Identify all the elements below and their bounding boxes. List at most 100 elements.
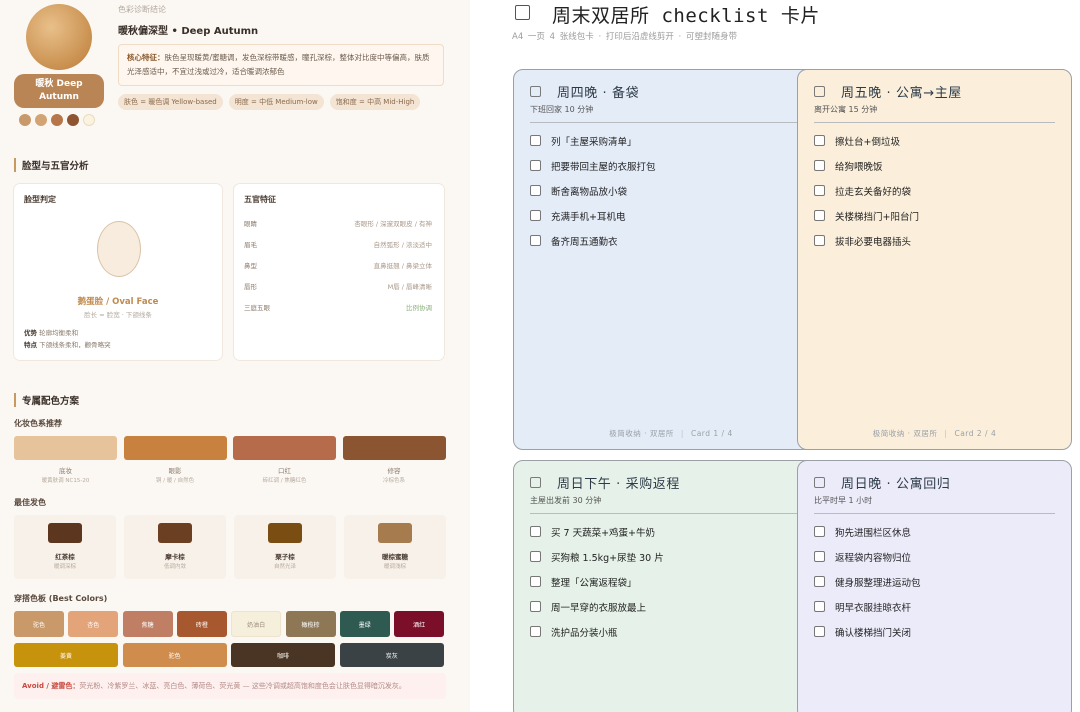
checklist-item[interactable]: 买 7 天蔬菜+鸡蛋+牛奶 (530, 519, 664, 544)
card-divider (530, 513, 812, 514)
tone-dot (83, 114, 95, 126)
item-checkbox-icon[interactable] (814, 526, 825, 537)
card-subtitle: 离开公寓 15 分钟 (814, 105, 878, 114)
checklist-item[interactable]: 周一早穿的衣服放最上 (530, 594, 664, 619)
attribute-chip: 明度 = 中低 Medium-low (228, 94, 324, 110)
item-checkbox-icon[interactable] (530, 601, 541, 612)
card-header: 周五晚 · 公寓→主屋 (814, 82, 962, 101)
item-checkbox-icon[interactable] (814, 160, 825, 171)
card-checkbox-icon[interactable] (814, 477, 825, 488)
checklist-item[interactable]: 整理「公寓返程袋」 (530, 569, 664, 594)
item-label: 拔非必要电器插头 (835, 236, 912, 248)
item-checkbox-icon[interactable] (530, 626, 541, 637)
face-shape-sub: 脸长 ≈ 脸宽 · 下颌线条 (84, 311, 152, 319)
item-checkbox-icon[interactable] (530, 526, 541, 537)
card-item-list: 狗先进围栏区休息返程袋内容物归位 健身服整理进运动包明早衣服挂晾衣杆确认楼梯挡门关… (814, 519, 921, 644)
makeup-sub: 砖红调 / 焦糖红色 (262, 478, 307, 484)
attribute-chip: 肤色 = 暖色调 Yellow-based (118, 94, 223, 110)
card-divider (814, 122, 1055, 123)
palette-swatch: 驼色 (122, 643, 227, 667)
card-checkbox-icon[interactable] (530, 477, 541, 488)
checklist-item[interactable]: 确认楼梯挡门关闭 (814, 619, 921, 644)
feature-value: M唇 / 唇峰清晰 (387, 283, 432, 291)
tone-dot (35, 114, 47, 126)
item-label: 确认楼梯挡门关闭 (835, 627, 912, 639)
checklist-item[interactable]: 明早衣服挂晾衣杆 (814, 594, 921, 619)
checklist-card: 周四晚 · 备袋 下班回家 10 分钟 列「主屋采购清单」 把要带回主屋的衣服打包 断舍… (513, 69, 829, 450)
makeup-swatch (233, 436, 336, 460)
item-checkbox-icon[interactable] (530, 210, 541, 221)
feature-key: 三庭五眼 (244, 304, 270, 312)
attribute-chip: 饱和度 = 中高 Mid-High (329, 94, 421, 110)
item-checkbox-icon[interactable] (814, 601, 825, 612)
palette-swatch: 炭灰 (339, 643, 444, 667)
feature-key: 鼻型 (244, 262, 257, 270)
checklist-item[interactable]: 拔非必要电器插头 (814, 228, 919, 253)
item-checkbox-icon[interactable] (530, 551, 541, 562)
features-card-title: 五官特征 (244, 195, 276, 204)
item-label: 拉走玄关备好的袋 (835, 186, 912, 198)
palette-swatch: 杏色 (68, 611, 119, 637)
checklist-item[interactable]: 返程袋内容物归位 (814, 544, 921, 569)
makeup-swatch (342, 436, 446, 460)
checklist-item[interactable]: 洗护品分装小瓶 (530, 619, 664, 644)
checklist-item[interactable]: 充满手机+耳机电 (530, 203, 656, 228)
checklist-item[interactable]: 买狗粮 1.5kg+尿垫 30 片 (530, 544, 664, 569)
checklist-item[interactable]: 擦灶台+倒垃圾 (814, 128, 919, 153)
item-label: 返程袋内容物归位 (835, 552, 912, 564)
item-checkbox-icon[interactable] (814, 235, 825, 246)
skin-tone-swatch (26, 4, 92, 70)
card-title: 周四晚 · 备袋 (557, 86, 640, 101)
hair-sub: 低调内敛 (163, 564, 186, 570)
card-checkbox-icon[interactable] (814, 86, 825, 97)
item-checkbox-icon[interactable] (814, 210, 825, 221)
card-header: 周日晚 · 公寓回归 (814, 473, 950, 492)
item-checkbox-icon[interactable] (530, 160, 541, 171)
item-checkbox-icon[interactable] (530, 135, 541, 146)
item-checkbox-icon[interactable] (814, 626, 825, 637)
card-checkbox-icon[interactable] (530, 86, 541, 97)
color-analysis-panel: 暖秋 Deep Autumn 色彩诊断结论 暖秋偏深型 • Deep Autum… (0, 0, 470, 712)
feature-row: 唇形 M唇 / 唇峰清晰 (244, 281, 432, 295)
palette-swatch: 墨绿 (339, 611, 390, 637)
hair-sub: 暖调深棕 (53, 564, 76, 570)
title-checkbox-icon[interactable] (515, 5, 530, 20)
feature-key: 眉毛 (244, 241, 257, 249)
trait-text: 肤色呈现暖黄/蜜糖调，发色深棕带暖感，瞳孔深棕，整体对比度中等偏高，肤质光泽感适… (127, 53, 430, 76)
card-title: 周五晚 · 公寓→主屋 (841, 86, 962, 101)
hair-name: 摩卡棕 (165, 553, 185, 561)
item-checkbox-icon[interactable] (814, 576, 825, 587)
feature-value: 比例协调 (406, 304, 432, 312)
item-checkbox-icon[interactable] (814, 185, 825, 196)
checklist-meta: A4 一页 4 张线包卡 · 打印后沿虚线剪开 · 可塑封随身带 (512, 32, 737, 42)
item-label: 买 7 天蔬菜+鸡蛋+牛奶 (551, 527, 656, 539)
checklist-item[interactable]: 备齐周五通勤衣 (530, 228, 656, 253)
card-footer-index: Card 2 / 4 (954, 429, 997, 438)
checklist-item[interactable]: 狗先进围栏区休息 (814, 519, 921, 544)
checklist-item[interactable]: 断舍离物品放小袋 (530, 178, 656, 203)
checklist-card: 周日晚 · 公寓回归 比平时早 1 小时 狗先进围栏区休息 返程袋内容物归位 健身服整理… (797, 460, 1072, 712)
item-checkbox-icon[interactable] (530, 185, 541, 196)
palette-swatch: 奶油白 (231, 611, 282, 637)
feature-value: 直鼻挺翘 / 鼻梁立体 (373, 262, 432, 270)
checklist-item[interactable]: 关楼梯挡门+阳台门 (814, 203, 919, 228)
card-divider (530, 122, 812, 123)
item-label: 洗护品分装小瓶 (551, 627, 618, 639)
checklist-item[interactable]: 给狗喂晚饭 (814, 153, 919, 178)
makeup-label: 修容 (387, 467, 401, 475)
item-checkbox-icon[interactable] (814, 551, 825, 562)
item-label: 擦灶台+倒垃圾 (835, 136, 900, 148)
checklist-item[interactable]: 列「主屋采购清单」 (530, 128, 656, 153)
item-label: 把要带回主屋的衣服打包 (551, 161, 656, 173)
season-badge: 暖秋 Deep Autumn (14, 74, 104, 108)
palette-swatch: 砖橙 (176, 611, 227, 637)
checklist-item[interactable]: 把要带回主屋的衣服打包 (530, 153, 656, 178)
hair-title: 最佳发色 (14, 498, 46, 507)
checklist-item[interactable]: 拉走玄关备好的袋 (814, 178, 919, 203)
item-checkbox-icon[interactable] (814, 135, 825, 146)
item-checkbox-icon[interactable] (530, 576, 541, 587)
item-checkbox-icon[interactable] (530, 235, 541, 246)
checklist-card: 周日下午 · 采购返程 主屋出发前 30 分钟买 7 天蔬菜+鸡蛋+牛奶 买狗粮 1… (513, 460, 829, 712)
item-label: 健身服整理进运动包 (835, 577, 921, 589)
checklist-item[interactable]: 健身服整理进运动包 (814, 569, 921, 594)
